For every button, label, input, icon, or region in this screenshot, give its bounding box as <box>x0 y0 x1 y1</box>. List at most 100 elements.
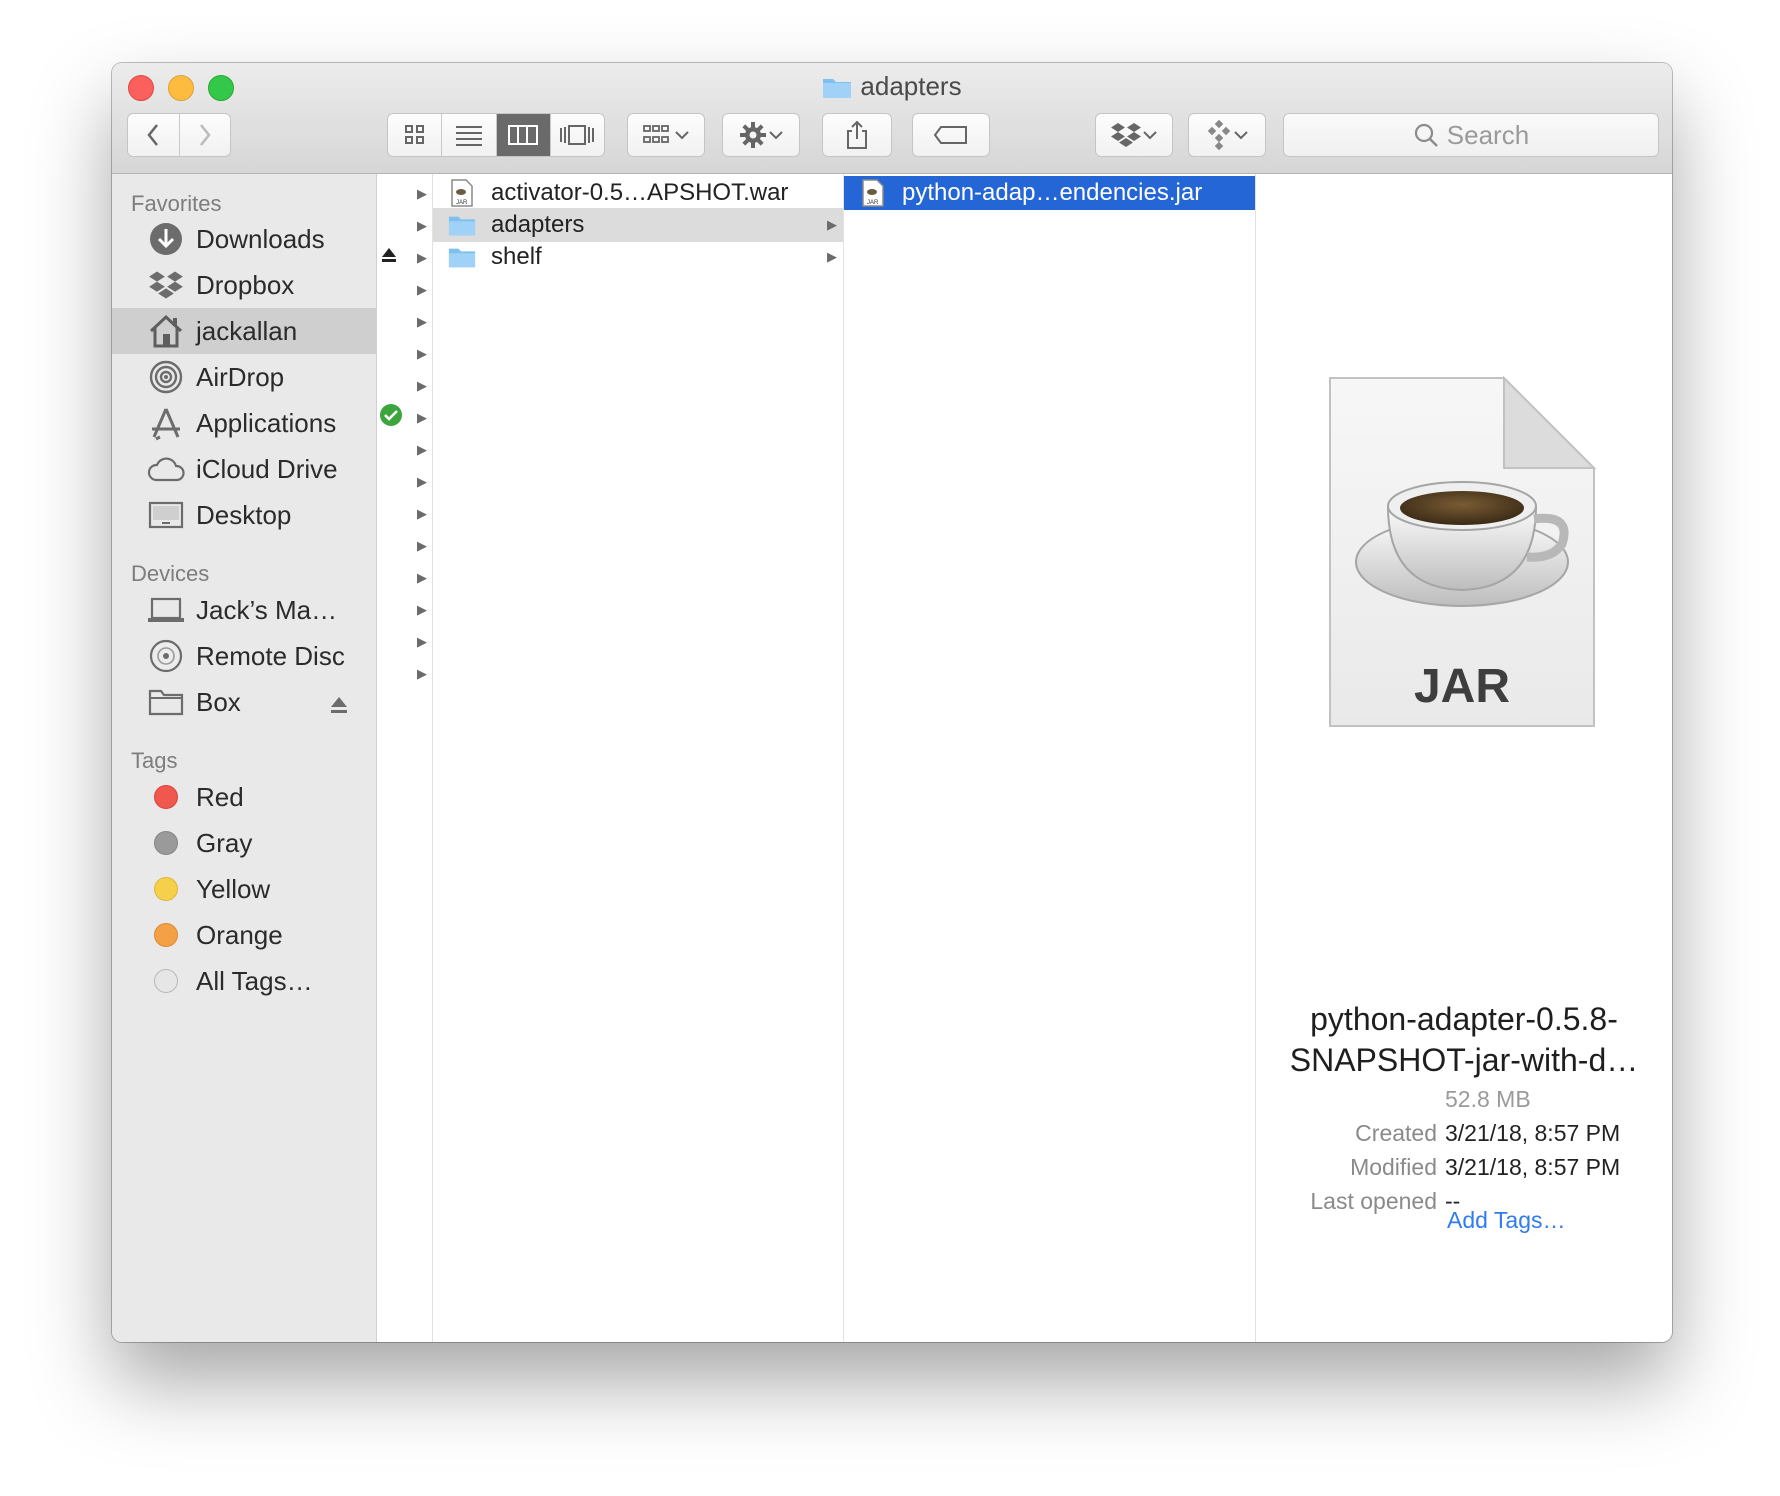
back-button[interactable] <box>128 114 180 156</box>
sidebar-item-tag-gray[interactable]: Gray <box>112 820 376 866</box>
disclosure-arrow-icon[interactable]: ▶ <box>417 314 427 330</box>
sidebar-item-airdrop[interactable]: AirDrop <box>112 354 376 400</box>
list-item[interactable]: shelf ▶ <box>433 240 843 274</box>
folder-icon <box>146 682 186 722</box>
sidebar-item-applications[interactable]: Applications <box>112 400 376 446</box>
sidebar-item-dropbox[interactable]: Dropbox <box>112 262 376 308</box>
disclosure-arrow-icon[interactable]: ▶ <box>417 282 427 298</box>
eject-icon[interactable] <box>330 691 348 722</box>
chevron-down-icon <box>675 131 689 140</box>
columns-icon <box>508 125 539 145</box>
search-placeholder: Search <box>1446 119 1530 150</box>
svg-text:JAR: JAR <box>456 200 468 206</box>
list-item[interactable]: JAR python-adap…endencies.jar <box>844 176 1255 210</box>
column-parent: JAR activator-0.5…APSHOT.war adapters ▶ … <box>433 174 844 1342</box>
coverflow-icon <box>560 125 595 145</box>
column-view-button[interactable] <box>496 114 551 156</box>
yellow-tag-icon <box>154 877 178 901</box>
sidebar-item-label: Red <box>196 781 244 812</box>
preview-pane: JAR python-adapter-0.5.8- SNAPSHOT-jar-w… <box>1256 174 1672 1342</box>
grid-icon <box>404 125 424 144</box>
disclosure-arrow-icon: ▶ <box>827 249 837 264</box>
preview-file-name: python-adapter-0.5.8- SNAPSHOT-jar-with-… <box>1289 1001 1639 1078</box>
forward-button[interactable] <box>180 114 231 156</box>
disclosure-arrow-icon[interactable]: ▶ <box>417 442 427 458</box>
orange-tag-icon <box>154 923 178 947</box>
eject-icon[interactable] <box>381 246 397 269</box>
disclosure-arrow-icon[interactable]: ▶ <box>417 346 427 362</box>
search-field[interactable]: Search <box>1283 113 1659 157</box>
chevron-left-icon <box>147 124 159 146</box>
diamond-grid-icon <box>1207 120 1231 150</box>
action-menu-button[interactable] <box>722 113 800 157</box>
disclosure-arrow-icon[interactable]: ▶ <box>417 602 427 618</box>
disclosure-arrow-icon[interactable]: ▶ <box>417 410 427 426</box>
title-bar: adapters Search <box>112 63 1672 174</box>
list-item[interactable]: adapters ▶ <box>433 208 843 242</box>
list-view-button[interactable] <box>442 114 497 156</box>
disclosure-arrow-icon[interactable]: ▶ <box>417 378 427 394</box>
disclosure-arrow-icon[interactable]: ▶ <box>417 218 427 234</box>
sync-menu-button[interactable] <box>1188 113 1266 157</box>
all-tags-icon <box>154 969 178 993</box>
disclosure-arrow-icon[interactable]: ▶ <box>417 666 427 682</box>
gallery-view-button[interactable] <box>551 114 604 156</box>
meta-created: Created 3/21/18, 8:57 PM <box>1355 1120 1621 1146</box>
sidebar-item-downloads[interactable]: Downloads <box>112 216 376 262</box>
disclosure-arrow-icon: ▶ <box>827 217 837 232</box>
group-by-button[interactable] <box>627 113 705 157</box>
add-tags-link[interactable]: Add Tags… <box>1447 1207 1565 1234</box>
laptop-icon <box>146 590 186 630</box>
sidebar-item-label: Gray <box>196 827 253 858</box>
column-root: ▶ ▶ ▶ ▶ ▶ ▶ ▶ ▶ ▶ ▶ ▶ ▶ ▶ ▶ ▶ ▶ <box>377 174 433 1342</box>
sync-check-icon <box>379 403 403 432</box>
sidebar-item-tag-orange[interactable]: Orange <box>112 912 376 958</box>
icon-view-button[interactable] <box>388 114 443 156</box>
disclosure-arrow-icon[interactable]: ▶ <box>417 538 427 554</box>
airdrop-icon <box>146 357 186 397</box>
svg-text:JAR: JAR <box>867 200 879 206</box>
folder-icon <box>448 243 476 271</box>
disclosure-arrow-icon[interactable]: ▶ <box>417 634 427 650</box>
dropbox-menu-button[interactable] <box>1095 113 1173 157</box>
sidebar-item-all-tags[interactable]: All Tags… <box>112 958 376 1004</box>
disclosure-arrow-icon[interactable]: ▶ <box>417 250 427 266</box>
view-mode-control <box>387 113 605 157</box>
sidebar-item-remote-disc[interactable]: Remote Disc <box>112 633 376 679</box>
dropbox-icon <box>146 265 186 305</box>
preview-file-size: 52.8 MB <box>1445 1086 1531 1112</box>
home-icon <box>146 311 186 351</box>
disclosure-arrow-icon[interactable]: ▶ <box>417 186 427 202</box>
share-button[interactable] <box>822 113 892 157</box>
sidebar-item-label: Box <box>196 686 241 717</box>
sidebar-item-desktop[interactable]: Desktop <box>112 492 376 538</box>
file-name: adapters <box>491 211 585 238</box>
folder-icon <box>448 211 476 239</box>
column-adapters: JAR python-adap…endencies.jar <box>844 174 1256 1342</box>
sidebar-item-tag-yellow[interactable]: Yellow <box>112 866 376 912</box>
war-file-icon: JAR <box>448 179 476 207</box>
sidebar-item-tag-red[interactable]: Red <box>112 774 376 820</box>
file-name: shelf <box>491 243 542 270</box>
back-forward-control <box>127 113 231 157</box>
disclosure-arrow-icon[interactable]: ▶ <box>417 506 427 522</box>
sidebar-item-icloud-drive[interactable]: iCloud Drive <box>112 446 376 492</box>
sidebar-item-box[interactable]: Box <box>112 679 376 725</box>
sidebar-item-macbook[interactable]: Jack’s Ma… <box>112 587 376 633</box>
sidebar-item-label: Dropbox <box>196 269 295 300</box>
disclosure-arrow-icon[interactable]: ▶ <box>417 474 427 490</box>
cloud-icon <box>146 449 186 489</box>
folder-icon <box>823 79 852 98</box>
applications-icon <box>146 403 186 443</box>
disclosure-arrow-icon[interactable]: ▶ <box>417 570 427 586</box>
sidebar-item-jackallan[interactable]: jackallan <box>112 308 376 354</box>
jar-file-icon: JAR <box>859 179 887 207</box>
gray-tag-icon <box>154 831 178 855</box>
finder-window: adapters Search Favorites Downloads Drop… <box>112 63 1672 1342</box>
search-icon <box>1414 123 1438 147</box>
edit-tags-button[interactable] <box>912 113 990 157</box>
sidebar-item-label: Downloads <box>196 223 325 254</box>
dropbox-icon <box>1111 123 1141 147</box>
disc-icon <box>146 636 186 676</box>
list-item[interactable]: JAR activator-0.5…APSHOT.war <box>433 176 843 210</box>
